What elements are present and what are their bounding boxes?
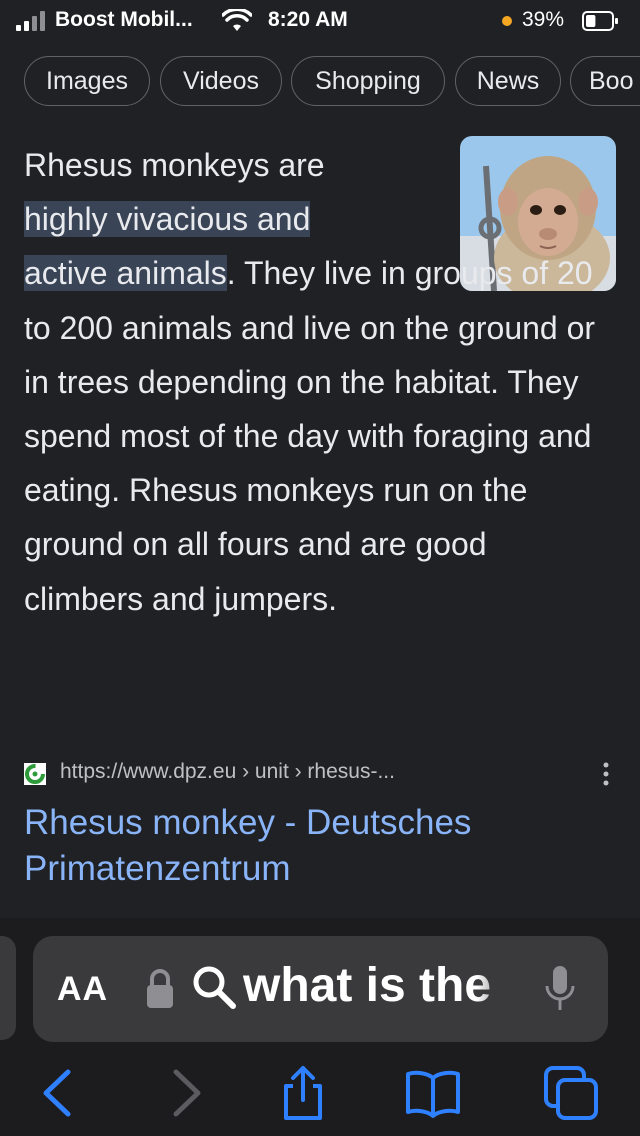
previous-tab-preview[interactable] <box>0 936 16 1040</box>
chip-videos[interactable]: Videos <box>160 56 282 106</box>
answer-lead: Rhesus monkeys are <box>24 147 325 183</box>
more-options-icon[interactable] <box>596 760 616 788</box>
forward-icon[interactable] <box>156 1064 214 1122</box>
chip-news[interactable]: News <box>455 56 561 106</box>
featured-snippet-text: Rhesus monkeys are highly vivacious and a… <box>24 138 604 626</box>
lock-icon <box>147 969 173 1008</box>
source-title-link[interactable]: Rhesus monkey - Deutsches Primatenzentru… <box>24 800 604 892</box>
answer-highlight-2: active animals <box>24 255 227 292</box>
chip-shopping[interactable]: Shopping <box>291 56 445 106</box>
source-url[interactable]: https://www.dpz.eu › unit › rhesus-... <box>60 760 395 784</box>
chip-books[interactable]: Boo <box>570 56 640 106</box>
share-icon[interactable] <box>274 1064 332 1122</box>
address-bar[interactable]: AA what is the <box>33 936 608 1042</box>
carrier-name: Boost Mobil... <box>55 8 193 31</box>
search-icon <box>193 966 236 1009</box>
battery-percent: 39% <box>522 8 565 31</box>
location-dot-icon <box>502 16 512 26</box>
dpz-favicon-icon <box>24 763 46 785</box>
address-query[interactable]: what is the <box>243 958 518 1013</box>
search-filter-chips: Images Videos Shopping News Boo <box>0 56 640 110</box>
answer-body: . They live in groups of 20 to 200 anima… <box>24 255 596 617</box>
status-bar: Boost Mobil... 8:20 AM 39% <box>0 0 640 44</box>
battery-icon <box>582 11 618 31</box>
text-size-button[interactable]: AA <box>57 970 108 1009</box>
clock: 8:20 AM <box>268 8 348 31</box>
back-icon[interactable] <box>30 1064 88 1122</box>
wifi-icon <box>222 9 252 31</box>
answer-highlight-1: highly vivacious and <box>24 201 311 238</box>
tabs-icon[interactable] <box>542 1064 600 1122</box>
microphone-icon[interactable] <box>543 964 577 1014</box>
signal-icon <box>16 11 45 31</box>
bookmarks-icon[interactable] <box>404 1064 462 1122</box>
chip-images[interactable]: Images <box>24 56 150 106</box>
